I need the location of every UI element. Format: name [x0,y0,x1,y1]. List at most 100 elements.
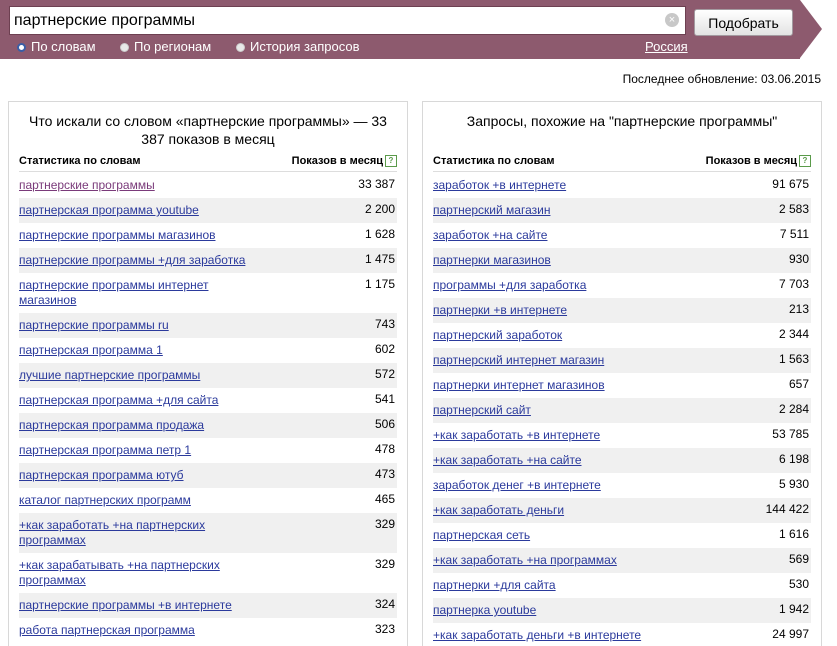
phrase-link[interactable]: заработок +на сайте [433,228,673,243]
phrase-link[interactable]: партнерки магазинов [433,253,673,268]
phrase-link[interactable]: партнерские программы +в интернете [19,598,259,613]
impressions-count: 1 175 [364,277,395,291]
phrase-link[interactable]: +как заработать деньги +в интернете [433,628,673,643]
phrase-link[interactable]: лучшие партнерские программы [19,368,259,383]
impressions-count: 7 511 [779,227,809,241]
table-row: программы +для заработка 7 703 [433,273,811,298]
table-row: партнерские программы интернет магазинов… [19,273,397,313]
table-row: партнерские программы +для заработка 1 47… [19,248,397,273]
impressions-count: 572 [374,367,395,381]
table-row: партнерский магазин 2 583 [433,198,811,223]
phrase-link[interactable]: +как заработать +в интернете [433,428,673,443]
search-box: × [9,6,686,35]
phrase-link[interactable]: +как заработать деньги [433,503,673,518]
impressions-count: 6 198 [778,452,809,466]
phrase-link[interactable]: +как зарабатывать +на партнерских програ… [19,558,259,588]
phrase-link[interactable]: партнерский магазин [433,203,673,218]
impressions-count: 1 628 [364,227,395,241]
col-count-label: Показов в месяц [291,155,383,167]
search-input[interactable] [14,9,654,32]
phrase-link[interactable]: партнерские программы +для заработка [19,253,259,268]
phrase-link[interactable]: партнерский сайт [433,403,673,418]
impressions-count: 1 563 [778,352,809,366]
table-row: партнерка youtube 1 942 [433,598,811,623]
phrase-link[interactable]: партнерский заработок [433,328,673,343]
impressions-count: 2 284 [778,402,809,416]
col-count: Показов в месяц? [706,155,811,167]
mode-by-words[interactable]: По словам [17,39,96,54]
impressions-count: 5 930 [778,477,809,491]
phrase-link[interactable]: партнерский интернет магазин [433,353,673,368]
impressions-count: 2 344 [778,327,809,341]
phrase-link[interactable]: партнерская программа ютуб [19,468,259,483]
table-row: +как заработать деньги +в интернете 24 99… [433,623,811,646]
phrase-link[interactable]: партнерская сеть [433,528,673,543]
phrase-link[interactable]: партнерская программа петр 1 [19,443,259,458]
table-row: +как зарабатывать +на партнерских програ… [19,553,397,593]
phrase-link[interactable]: +как заработать +на партнерских программ… [19,518,259,548]
col-count-label: Показов в месяц [705,155,797,167]
right-rows: заработок +в интернете 91 675 партнерский … [433,173,811,646]
impressions-count: 53 785 [772,427,809,441]
impressions-count: 1 942 [778,602,809,616]
phrase-link[interactable]: партнерки +в интернете [433,303,673,318]
submit-button[interactable]: Подобрать [694,9,793,36]
table-row: партнерки интернет магазинов 657 [433,373,811,398]
table-row: лучшие партнерские программы 572 [19,363,397,388]
left-rows: партнерские программы 33 387 партнерская п… [19,173,397,643]
table-row: партнерская сеть 1 616 [433,523,811,548]
table-row: +как заработать +на партнерских программ… [19,513,397,553]
phrase-link[interactable]: партнерские программы магазинов [19,228,259,243]
phrase-link[interactable]: заработок +в интернете [433,178,673,193]
col-words: Статистика по словам [433,155,555,167]
panel-title: Запросы, похожие на "партнерские програм… [466,113,778,129]
phrase-link[interactable]: каталог партнерских программ [19,493,259,508]
table-row: партнерский заработок 2 344 [433,323,811,348]
phrase-link[interactable]: партнерская программа 1 [19,343,259,358]
impressions-count: 323 [374,622,395,636]
phrase-link[interactable]: партнерская программа продажа [19,418,259,433]
impressions-count: 506 [374,417,395,431]
impressions-count: 2 200 [364,202,395,216]
phrase-link[interactable]: партнерские программы интернет магазинов [19,278,259,308]
phrase-link[interactable]: заработок денег +в интернете [433,478,673,493]
panel-title: Что искали со словом «партнерские програ… [29,113,387,147]
table-row: работа партнерская программа 323 [19,618,397,643]
impressions-count: 530 [788,577,809,591]
table-row: заработок +в интернете 91 675 [433,173,811,198]
table-row: +как заработать +в интернете 53 785 [433,423,811,448]
radio-selected-icon [17,43,26,52]
phrase-link[interactable]: партнерки интернет магазинов [433,378,673,393]
phrase-link[interactable]: +как заработать +на программах [433,553,673,568]
table-row: каталог партнерских программ 465 [19,488,397,513]
phrase-link[interactable]: партнерские программы [19,178,259,193]
phrase-link[interactable]: работа партнерская программа [19,623,259,638]
table-row: партнерки +в интернете 213 [433,298,811,323]
phrase-link[interactable]: партнерки +для сайта [433,578,673,593]
impressions-count: 91 675 [772,177,809,191]
col-words: Статистика по словам [19,155,141,167]
table-row: +как заработать +на программах 569 [433,548,811,573]
impressions-count: 569 [788,552,809,566]
phrase-link[interactable]: партнерские программы ru [19,318,259,333]
phrase-link[interactable]: партнерская программа +для сайта [19,393,259,408]
region-link[interactable]: Россия [645,39,688,54]
phrase-link[interactable]: программы +для заработка [433,278,673,293]
impressions-count: 541 [374,392,395,406]
mode-history[interactable]: История запросов [236,39,360,54]
table-row: партнерские программы ru 743 [19,313,397,338]
table-row: партнерская программа 1 602 [19,338,397,363]
phrase-link[interactable]: +как заработать +на сайте [433,453,673,468]
help-icon[interactable]: ? [799,155,811,167]
table-row: партнерская программа продажа 506 [19,413,397,438]
column-headers: Статистика по словам Показов в месяц? [19,155,397,172]
header-arrow [800,0,822,58]
clear-icon[interactable]: × [665,13,679,27]
help-icon[interactable]: ? [385,155,397,167]
impressions-count: 7 703 [778,277,809,291]
phrase-link[interactable]: партнерка youtube [433,603,673,618]
mode-label: По словам [31,39,96,54]
radio-icon [120,43,129,52]
phrase-link[interactable]: партнерская программа youtube [19,203,259,218]
mode-by-regions[interactable]: По регионам [120,39,211,54]
